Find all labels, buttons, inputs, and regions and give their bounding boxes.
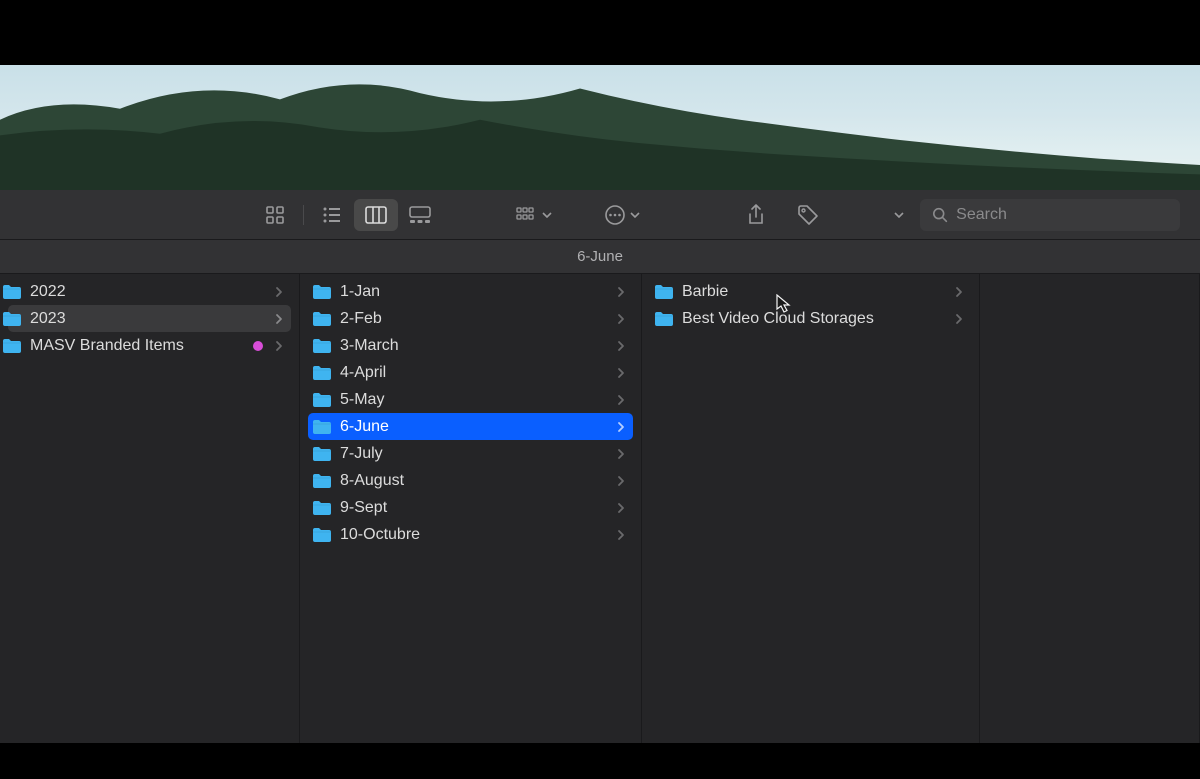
column-3[interactable] (980, 274, 1200, 743)
folder-item[interactable]: Barbie (650, 278, 971, 305)
tag-dot (253, 341, 263, 351)
folder-label: 5-May (340, 391, 609, 409)
chevron-right-icon (617, 313, 625, 325)
folder-icon (2, 284, 22, 300)
column-2[interactable]: Barbie Best Video Cloud Storages (642, 274, 980, 743)
chevron-right-icon (617, 286, 625, 298)
column-1[interactable]: 1-Jan 2-Feb 3-March 4-April 5-May 6-June… (300, 274, 642, 743)
folder-label: 8-August (340, 472, 609, 490)
list-view-button[interactable] (310, 199, 354, 231)
folder-icon (312, 419, 332, 435)
folder-label: 4-April (340, 364, 609, 382)
tag-icon (797, 204, 819, 226)
view-mode-controls (253, 199, 442, 231)
chevron-down-icon (894, 212, 904, 218)
chevron-right-icon (617, 475, 625, 487)
chevron-right-icon (275, 340, 283, 352)
folder-icon (312, 473, 332, 489)
chevron-down-icon (542, 212, 552, 218)
column-view-button[interactable] (354, 199, 398, 231)
list-icon (322, 205, 342, 225)
group-by-dropdown[interactable] (508, 207, 560, 223)
column-0[interactable]: 2022 2023 MASV Branded Items (0, 274, 300, 743)
search-icon (932, 206, 948, 224)
share-button[interactable] (734, 199, 778, 231)
gallery-icon (409, 206, 431, 224)
folder-label: 2-Feb (340, 310, 609, 328)
chevron-right-icon (955, 313, 963, 325)
chevron-right-icon (617, 448, 625, 460)
folder-item[interactable]: 2022 (8, 278, 291, 305)
finder-window: 6-June 2022 2023 MASV Branded Items 1-Ja… (0, 190, 1200, 743)
folder-label: 1-Jan (340, 283, 609, 301)
folder-icon (312, 446, 332, 462)
folder-icon (312, 365, 332, 381)
folder-icon (312, 338, 332, 354)
folder-item[interactable]: 6-June (308, 413, 633, 440)
folder-item[interactable]: 4-April (308, 359, 633, 386)
path-bar: 6-June (0, 240, 1200, 274)
folder-label: 7-July (340, 445, 609, 463)
chevron-right-icon (617, 394, 625, 406)
icon-view-button[interactable] (253, 199, 297, 231)
folder-label: Barbie (682, 283, 947, 301)
folder-icon (312, 392, 332, 408)
gallery-view-button[interactable] (398, 199, 442, 231)
action-dropdown[interactable] (596, 204, 648, 226)
folder-label: Best Video Cloud Storages (682, 310, 947, 328)
folder-label: MASV Branded Items (30, 337, 245, 355)
folder-label: 10-Octubre (340, 526, 609, 544)
folder-item[interactable]: Best Video Cloud Storages (650, 305, 971, 332)
search-field[interactable] (920, 199, 1180, 231)
search-input[interactable] (956, 206, 1168, 224)
finder-toolbar (0, 190, 1200, 240)
chevron-right-icon (617, 502, 625, 514)
more-dropdown[interactable] (886, 212, 912, 218)
chevron-right-icon (617, 529, 625, 541)
folder-label: 2023 (30, 310, 267, 328)
folder-icon (312, 500, 332, 516)
folder-label: 2022 (30, 283, 267, 301)
folder-item[interactable]: MASV Branded Items (8, 332, 291, 359)
chevron-right-icon (617, 421, 625, 433)
folder-item[interactable]: 3-March (308, 332, 633, 359)
folder-item[interactable]: 2-Feb (308, 305, 633, 332)
folder-icon (2, 338, 22, 354)
grid-icon (265, 205, 285, 225)
folder-icon (2, 311, 22, 327)
folder-item[interactable]: 10-Octubre (308, 521, 633, 548)
desktop-wallpaper (0, 65, 1200, 190)
folder-icon (654, 284, 674, 300)
folder-icon (312, 284, 332, 300)
columns-container: 2022 2023 MASV Branded Items 1-Jan 2-Feb… (0, 274, 1200, 743)
mountain-silhouette (0, 65, 1200, 190)
tags-button[interactable] (786, 199, 830, 231)
chevron-down-icon (630, 212, 640, 218)
folder-icon (312, 311, 332, 327)
share-icon (746, 204, 766, 226)
folder-label: 9-Sept (340, 499, 609, 517)
columns-icon (365, 206, 387, 224)
folder-icon (312, 527, 332, 543)
folder-item[interactable]: 5-May (308, 386, 633, 413)
ellipsis-circle-icon (604, 204, 626, 226)
folder-item[interactable]: 7-July (308, 440, 633, 467)
folder-icon (654, 311, 674, 327)
group-icon (516, 207, 538, 223)
folder-label: 3-March (340, 337, 609, 355)
chevron-right-icon (955, 286, 963, 298)
current-folder-name: 6-June (577, 248, 623, 265)
folder-item[interactable]: 1-Jan (308, 278, 633, 305)
folder-item[interactable]: 8-August (308, 467, 633, 494)
folder-item[interactable]: 9-Sept (308, 494, 633, 521)
folder-label: 6-June (340, 418, 609, 436)
chevron-right-icon (617, 340, 625, 352)
folder-item[interactable]: 2023 (8, 305, 291, 332)
chevron-right-icon (275, 313, 283, 325)
chevron-right-icon (617, 367, 625, 379)
chevron-right-icon (275, 286, 283, 298)
